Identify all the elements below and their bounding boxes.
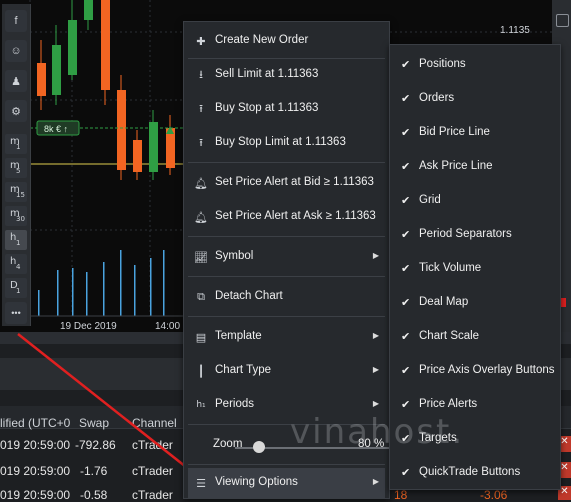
option-label: Tick Volume xyxy=(419,262,482,274)
option-label: Period Separators xyxy=(419,228,512,240)
option-label: Deal Map xyxy=(419,296,469,308)
option-chart-scale[interactable]: ✔ Chart Scale xyxy=(394,322,556,352)
menu-item-label: Set Price Alert at Bid ≥ 1.11363 xyxy=(215,176,374,188)
menu-item-alert-bid[interactable]: 🔔︎ Set Price Alert at Bid ≥ 1.11363 xyxy=(188,168,385,198)
menu-separator xyxy=(188,464,385,465)
option-ask-price-line[interactable]: ✔ Ask Price Line xyxy=(394,152,556,182)
option-deal-map[interactable]: ✔ Deal Map xyxy=(394,288,556,318)
bell-icon: 🔔︎ xyxy=(194,210,208,224)
submenu-arrow-icon: ▶ xyxy=(372,251,379,260)
template-icon: ▤ xyxy=(195,330,207,344)
menu-item-label: Template xyxy=(215,330,262,342)
option-label: Grid xyxy=(419,194,441,206)
watermark: vinahost. xyxy=(290,412,465,452)
option-tick-volume[interactable]: ✔ Tick Volume xyxy=(394,254,556,284)
menu-separator xyxy=(188,276,385,277)
detach-icon: ⧉ xyxy=(197,290,205,303)
check-icon: ✔ xyxy=(401,296,411,309)
menu-item-label: Create New Order xyxy=(215,34,309,46)
menu-item-chart-type[interactable]: ┃ Chart Type ▶ xyxy=(188,356,385,386)
option-quicktrade-buttons[interactable]: ✔ QuickTrade Buttons xyxy=(394,458,556,488)
check-icon: ✔ xyxy=(401,228,411,241)
menu-item-viewing-options[interactable]: ☰ Viewing Options ▶ xyxy=(188,468,385,498)
menu-item-label: Viewing Options xyxy=(215,476,298,488)
submenu-arrow-icon: ▶ xyxy=(372,331,379,340)
submenu-arrow-icon: ▶ xyxy=(372,477,379,486)
submenu-arrow-icon: ▶ xyxy=(372,399,379,408)
option-label: Ask Price Line xyxy=(419,160,493,172)
option-label: QuickTrade Buttons xyxy=(419,466,521,478)
candles-icon: ┃ xyxy=(197,364,205,378)
menu-item-label: Periods xyxy=(215,398,254,410)
plus-icon: ✚ xyxy=(196,34,206,48)
menu-item-label: Sell Limit at 1.11363 xyxy=(215,68,319,80)
menu-item-detach-chart[interactable]: ⧉ Detach Chart xyxy=(188,282,385,312)
arrow-up-icon: ⭱ xyxy=(199,101,203,115)
zoom-slider-knob[interactable] xyxy=(253,441,265,453)
menu-item-label: Set Price Alert at Ask ≥ 1.11363 xyxy=(215,210,376,222)
check-icon: ✔ xyxy=(401,466,411,479)
check-icon: ✔ xyxy=(401,364,411,377)
option-orders[interactable]: ✔ Orders xyxy=(394,84,556,114)
bell-icon: 🔔︎ xyxy=(194,176,208,190)
check-icon: ✔ xyxy=(401,58,411,71)
periods-icon: h₁ xyxy=(196,400,206,410)
option-price-axis-overlay-buttons[interactable]: ✔ Price Axis Overlay Buttons xyxy=(394,356,556,386)
option-grid[interactable]: ✔ Grid xyxy=(394,186,556,216)
menu-item-buy-stop-limit[interactable]: ⭱ Buy Stop Limit at 1.11363 xyxy=(188,128,385,158)
menu-item-template[interactable]: ▤ Template ▶ xyxy=(188,322,385,352)
check-icon: ✔ xyxy=(401,330,411,343)
menu-item-label: Chart Type xyxy=(215,364,272,376)
option-positions[interactable]: ✔ Positions xyxy=(394,50,556,80)
menu-separator xyxy=(188,236,385,237)
menu-item-sell-limit[interactable]: ⭳ Sell Limit at 1.11363 xyxy=(188,60,385,90)
option-bid-price-line[interactable]: ✔ Bid Price Line xyxy=(394,118,556,148)
option-label: Orders xyxy=(419,92,455,104)
option-label: Chart Scale xyxy=(419,330,480,342)
menu-item-buy-stop[interactable]: ⭱ Buy Stop at 1.11363 xyxy=(188,94,385,124)
menu-item-alert-ask[interactable]: 🔔︎ Set Price Alert at Ask ≥ 1.11363 xyxy=(188,202,385,232)
arrow-down-icon: ⭳ xyxy=(199,67,203,81)
menu-separator xyxy=(188,162,385,163)
menu-item-symbol[interactable]: 📈︎ Symbol ▶ xyxy=(188,242,385,272)
option-label: Price Alerts xyxy=(419,398,478,410)
check-icon: ✔ xyxy=(401,92,411,105)
option-period-separators[interactable]: ✔ Period Separators xyxy=(394,220,556,250)
chart-icon: 📈︎ xyxy=(194,250,208,264)
list-icon: ☰ xyxy=(196,476,206,490)
menu-item-label: Symbol xyxy=(215,250,254,262)
menu-item-label: Buy Stop Limit at 1.11363 xyxy=(215,136,346,148)
option-label: Positions xyxy=(419,58,466,70)
menu-separator xyxy=(188,316,385,317)
arrow-up-icon: ⭱ xyxy=(199,135,203,149)
option-label: Price Axis Overlay Buttons xyxy=(419,364,555,376)
menu-separator xyxy=(188,58,385,59)
check-icon: ✔ xyxy=(401,160,411,173)
check-icon: ✔ xyxy=(401,398,411,411)
option-label: Bid Price Line xyxy=(419,126,490,138)
menu-item-label: Buy Stop at 1.11363 xyxy=(215,102,319,114)
check-icon: ✔ xyxy=(401,194,411,207)
check-icon: ✔ xyxy=(401,262,411,275)
menu-item-create-new-order[interactable]: ✚ Create New Order xyxy=(188,26,385,56)
check-icon: ✔ xyxy=(401,126,411,139)
submenu-arrow-icon: ▶ xyxy=(372,365,379,374)
menu-item-label: Detach Chart xyxy=(215,290,283,302)
